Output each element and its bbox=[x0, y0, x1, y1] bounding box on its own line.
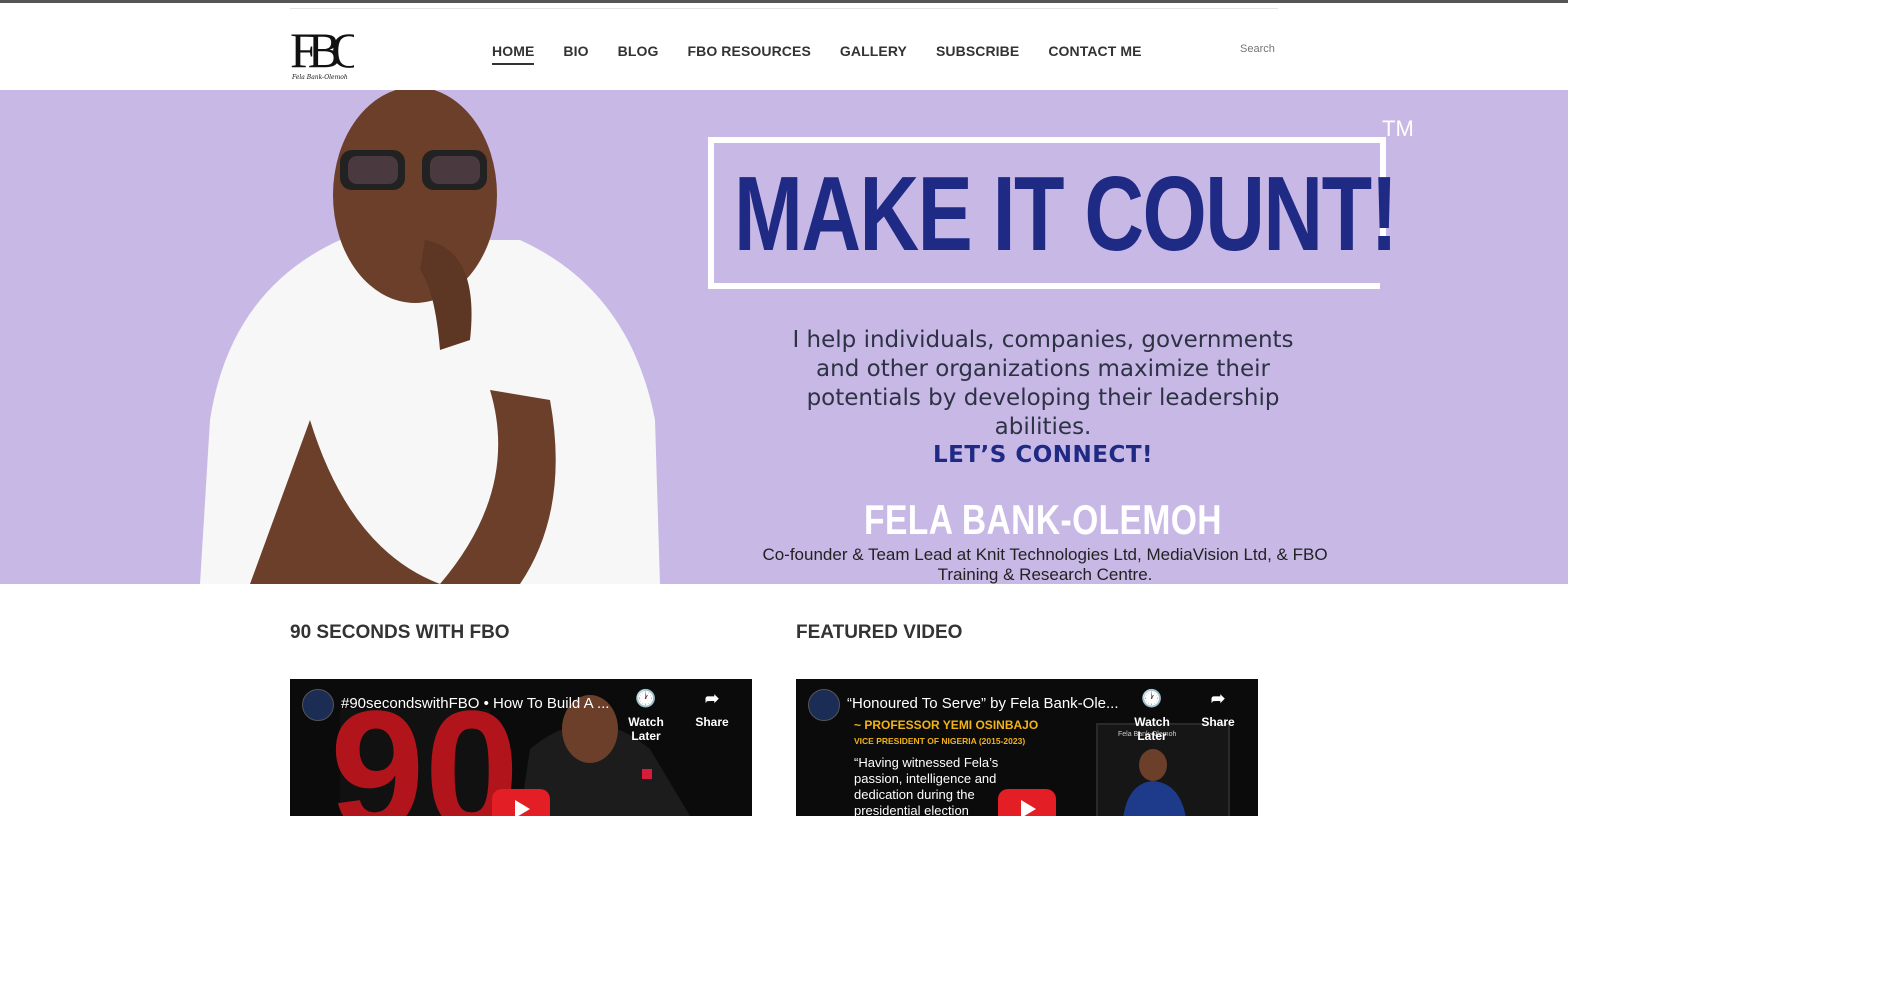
search-input[interactable] bbox=[1240, 43, 1300, 55]
site-logo[interactable]: FBO Fela Bank-Olemoh bbox=[290, 19, 376, 81]
hero-cta: LET’S CONNECT! bbox=[932, 442, 1154, 468]
svg-text:Fela Bank-Olemoh: Fela Bank-Olemoh bbox=[291, 74, 348, 81]
nav-home[interactable]: HOME bbox=[492, 43, 535, 65]
share-arrow-icon: ➦ bbox=[704, 689, 720, 708]
quote-author-title: VICE PRESIDENT OF NIGERIA (2015-2023) bbox=[854, 736, 1026, 746]
share-arrow-icon: ➦ bbox=[1210, 689, 1226, 708]
video-title[interactable]: #90secondswithFBO • How To Build A ... bbox=[341, 695, 609, 712]
share-button[interactable]: ➦ Share bbox=[682, 689, 742, 729]
main-nav: HOME BIO BLOG FBO RESOURCES GALLERY SUBS… bbox=[492, 43, 1171, 65]
hero-name: FELA BANK-OLEMOH bbox=[864, 496, 1222, 543]
header-divider bbox=[290, 8, 1278, 9]
clock-icon: 🕐 bbox=[1141, 689, 1163, 708]
watch-later-button[interactable]: 🕐 Watch Later bbox=[1122, 689, 1182, 743]
fbo-logo-icon: FBO Fela Bank-Olemoh bbox=[290, 22, 376, 81]
nav-bio[interactable]: BIO bbox=[563, 43, 588, 65]
nav-fbo-resources[interactable]: FBO RESOURCES bbox=[687, 43, 810, 65]
trademark-mark: TM bbox=[1382, 116, 1414, 141]
quote-author: ~ PROFESSOR YEMI OSINBAJO bbox=[854, 718, 1039, 732]
site-header: FBO Fela Bank-Olemoh HOME BIO BLOG FBO R… bbox=[0, 3, 1568, 90]
play-button[interactable] bbox=[998, 789, 1056, 816]
clock-icon: 🕐 bbox=[635, 689, 657, 708]
nav-gallery[interactable]: GALLERY bbox=[840, 43, 907, 65]
section-title-90-seconds: 90 SECONDS WITH FBO bbox=[290, 622, 510, 643]
hero-banner: MAKE IT COUNT! TM I help individuals, co… bbox=[0, 90, 1568, 584]
nav-subscribe[interactable]: SUBSCRIBE bbox=[936, 43, 1019, 65]
svg-text:FBO: FBO bbox=[290, 22, 354, 78]
channel-avatar[interactable] bbox=[302, 689, 334, 721]
section-title-featured-video: FEATURED VIDEO bbox=[796, 622, 963, 643]
video-player-90-seconds[interactable]: 90 #90secondswithFBO • How To Build A ..… bbox=[290, 679, 752, 816]
channel-avatar[interactable] bbox=[808, 689, 840, 721]
quote-line: “Having witnessed Fela’s bbox=[854, 755, 999, 770]
nav-blog[interactable]: BLOG bbox=[618, 43, 659, 65]
play-button[interactable] bbox=[492, 789, 550, 816]
hero-tagline: I help individuals, companies, governmen… bbox=[792, 327, 1294, 440]
portrait-image bbox=[200, 90, 660, 584]
video-quote-attribution: ~ PROFESSOR YEMI OSINBAJO VICE PRESIDENT… bbox=[854, 717, 1074, 749]
video-title[interactable]: “Honoured To Serve” by Fela Bank-Ole... bbox=[847, 695, 1119, 712]
hero-role: Co-founder & Team Lead at Knit Technolog… bbox=[762, 545, 1328, 584]
hero-headline: MAKE IT COUNT! bbox=[734, 155, 1398, 273]
video-player-featured[interactable]: “Honoured To Serve” by Fela Bank-Ole... … bbox=[796, 679, 1258, 816]
nav-contact-me[interactable]: CONTACT ME bbox=[1048, 43, 1141, 65]
quote-line: passion, intelligence and bbox=[854, 771, 997, 786]
watch-later-button[interactable]: 🕐 Watch Later bbox=[616, 689, 676, 743]
share-button[interactable]: ➦ Share bbox=[1188, 689, 1248, 729]
